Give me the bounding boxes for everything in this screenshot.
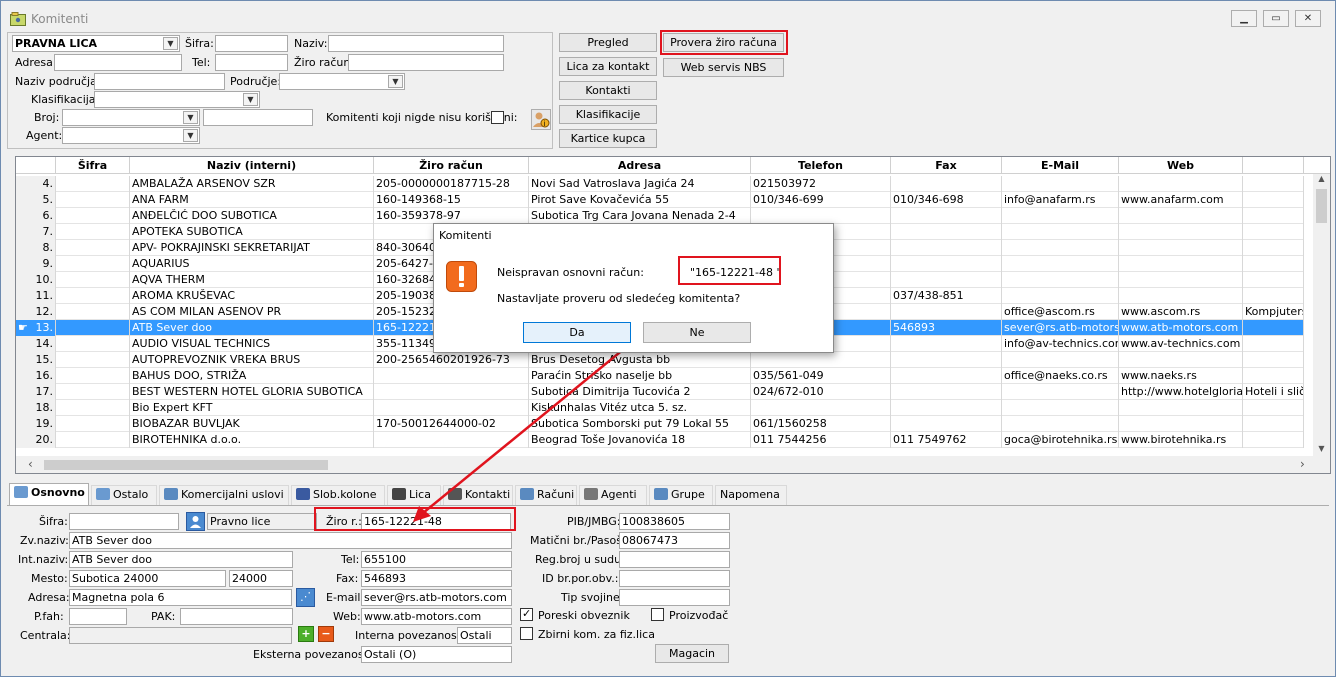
dialog-message-1: Neispravan osnovni račun: xyxy=(497,266,644,279)
dialog-no-button[interactable]: Ne xyxy=(643,322,751,343)
warning-icon xyxy=(446,261,477,292)
dialog-title: Komitenti xyxy=(434,224,833,248)
dialog-yes-button[interactable]: Da xyxy=(523,322,631,343)
main-window: Komitenti ▁ ▭ ✕ PRAVNA LICA ▼ Šifra: Nazi… xyxy=(0,0,1336,677)
account-highlight xyxy=(678,256,781,285)
warning-dialog: Komitenti Neispravan osnovni račun: "165… xyxy=(433,223,834,353)
dialog-message-2: Nastavljate proveru od sledećeg komitent… xyxy=(497,292,741,305)
